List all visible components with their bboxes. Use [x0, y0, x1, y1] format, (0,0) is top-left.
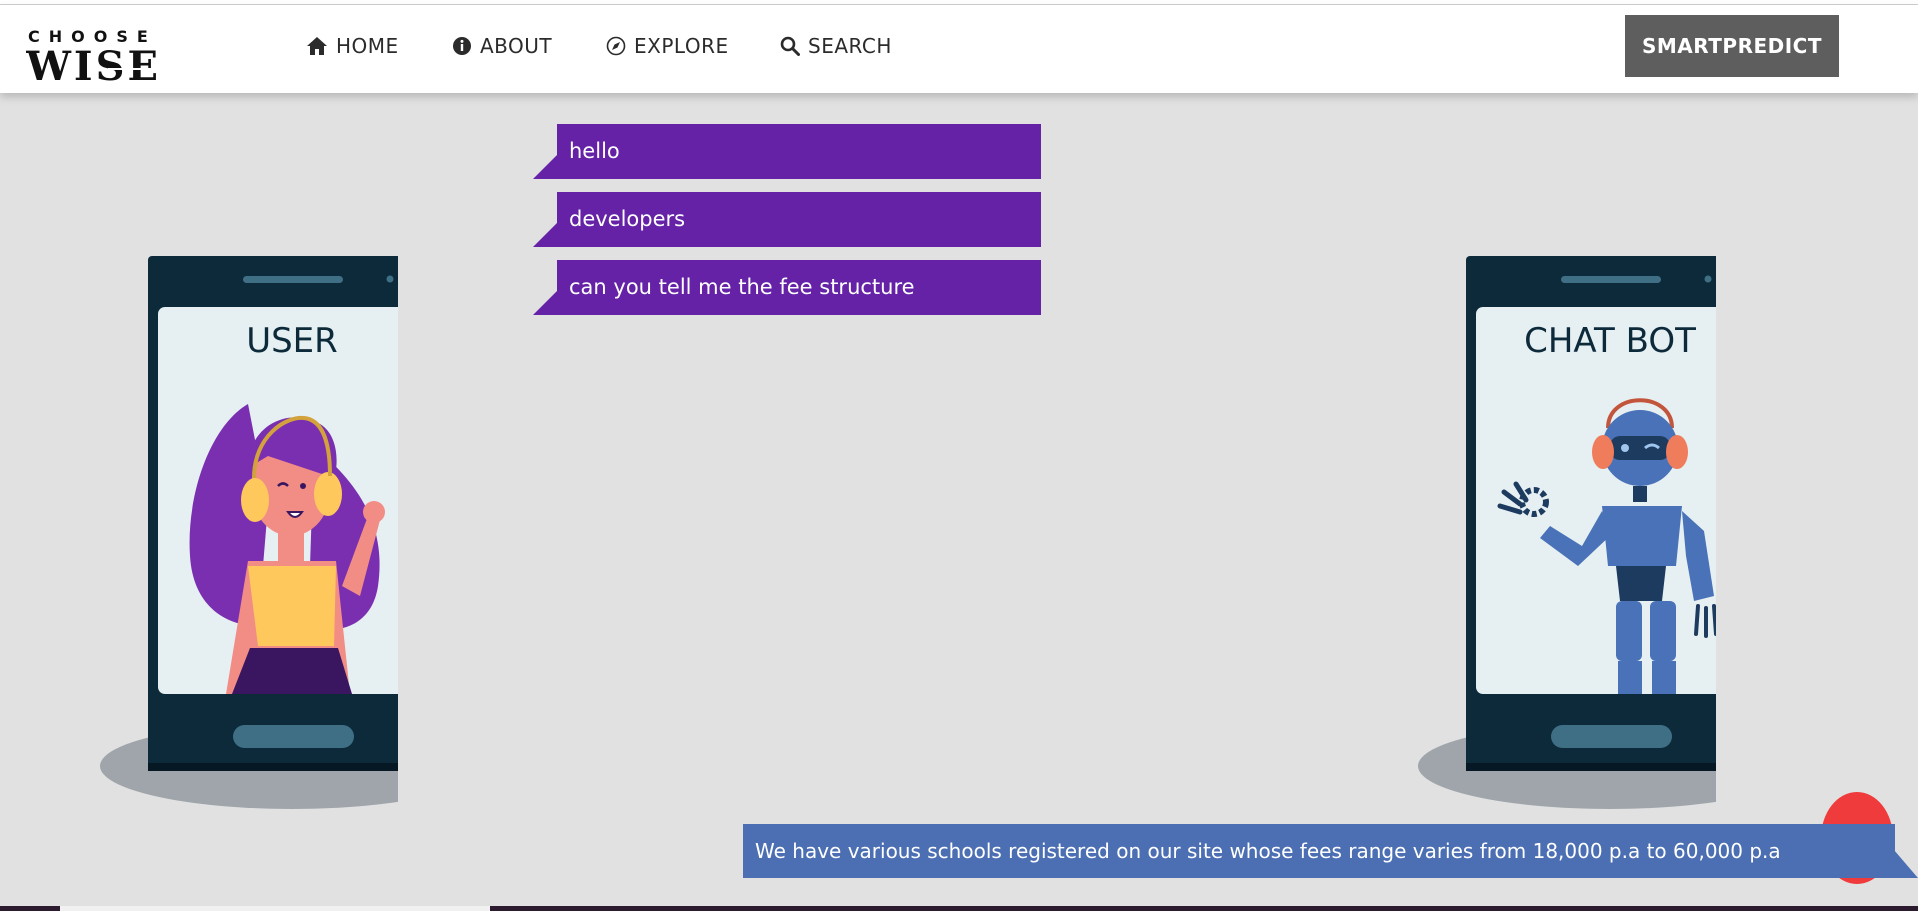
nav-search[interactable]: SEARCH — [780, 34, 892, 58]
nav-home-label: HOME — [336, 34, 399, 58]
chatbot-phone-label: CHAT BOT — [1524, 321, 1696, 361]
bot-bubble-tail — [1894, 850, 1918, 878]
user-message: hello — [557, 124, 1041, 179]
search-icon — [780, 36, 800, 56]
user-bubble-tail — [533, 223, 557, 247]
user-bubble-tail — [533, 291, 557, 315]
info-icon — [453, 37, 471, 55]
user-phone-illustration: USER — [100, 256, 398, 809]
nav-about[interactable]: ABOUT — [452, 34, 552, 58]
smartpredict-button[interactable]: SMARTPREDICT — [1625, 15, 1839, 77]
chatbot-phone-illustration: CHAT BOT — [1418, 256, 1716, 809]
user-phone-label: USER — [246, 321, 338, 361]
nav-explore-label: EXPLORE — [634, 34, 729, 58]
nav-about-label: ABOUT — [480, 34, 553, 58]
user-message: can you tell me the fee structure — [557, 260, 1041, 315]
nav-home[interactable]: HOME — [306, 34, 399, 58]
logo-bottom-text: WISE — [26, 43, 161, 83]
user-message: developers — [557, 192, 1041, 247]
compass-icon — [606, 36, 626, 56]
nav-explore[interactable]: EXPLORE — [606, 34, 729, 58]
user-bubble-tail — [533, 155, 557, 179]
navbar: CHOOSE WISE HOME ABOUT EXPLORE SEARCH SM… — [0, 5, 1918, 93]
choosewise-logo[interactable]: CHOOSE WISE — [26, 27, 242, 83]
home-icon — [307, 37, 327, 55]
nav-search-label: SEARCH — [808, 34, 892, 58]
bot-message: We have various schools registered on ou… — [743, 824, 1895, 878]
bottom-edge-highlight — [60, 906, 490, 911]
